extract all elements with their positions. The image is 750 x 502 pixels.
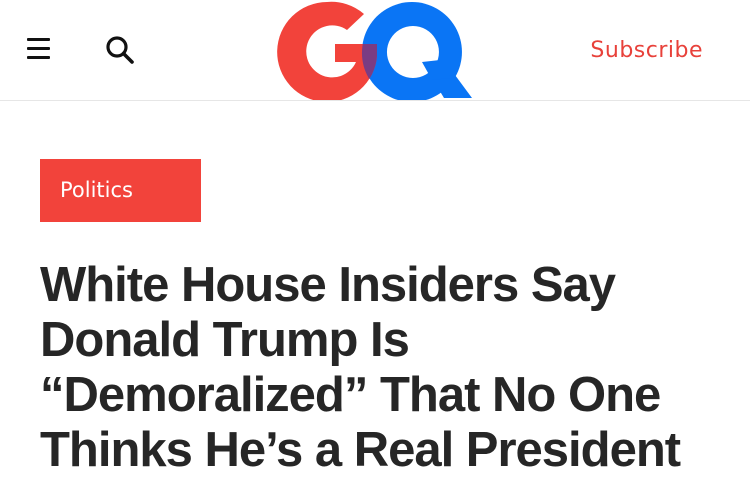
site-header: Subscribe	[0, 0, 750, 101]
category-tag[interactable]: Politics	[40, 159, 201, 222]
headline-line: “Demoralized” That No One	[40, 368, 661, 422]
menu-button[interactable]	[22, 30, 58, 66]
gq-logo[interactable]	[272, 0, 478, 100]
menu-bar	[27, 56, 50, 59]
menu-bar	[27, 38, 50, 41]
headline-line: Donald Trump Is	[40, 313, 410, 367]
search-icon[interactable]	[102, 32, 138, 68]
menu-bar	[27, 47, 50, 50]
article-headline: White House Insiders Say Donald Trump Is…	[40, 258, 740, 478]
headline-line: White House Insiders Say	[40, 258, 616, 312]
headline-line: Thinks He’s a Real President	[40, 423, 681, 477]
logo-q	[362, 2, 472, 100]
subscribe-link[interactable]: Subscribe	[590, 38, 703, 63]
